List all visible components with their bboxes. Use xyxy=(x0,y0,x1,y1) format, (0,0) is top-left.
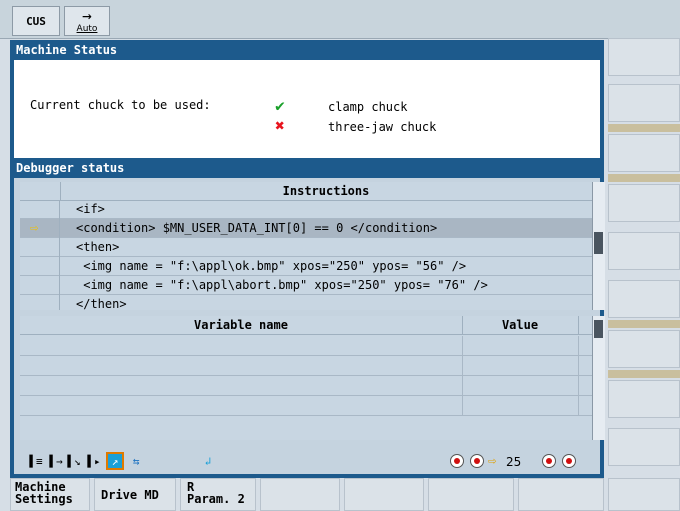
softkey-separator xyxy=(608,370,680,378)
vertical-softkey-5[interactable] xyxy=(608,232,680,270)
softkey-label: Param. 2 xyxy=(187,492,245,506)
top-bar: CUS → Auto xyxy=(0,0,680,39)
current-line-arrow-icon: ⇨ xyxy=(30,220,39,236)
empty-softkey[interactable] xyxy=(518,478,604,511)
debugger-toolbar: ▌≡ ▌→ ▌↘ ▌▸ ↗ ⇆ ↲ ⇨ 25 xyxy=(10,444,604,478)
scrollbar-thumb[interactable] xyxy=(594,232,603,254)
mode-label: CUS xyxy=(26,14,46,28)
instructions-scrollbar[interactable] xyxy=(592,182,605,310)
horizontal-softkeys: Machine Settings Drive MD R Param. 2 xyxy=(0,478,680,511)
vertical-softkey-9[interactable] xyxy=(608,428,680,466)
instruction-text: <then> xyxy=(76,240,120,254)
empty-softkey[interactable] xyxy=(608,478,680,511)
softkey-label: Settings xyxy=(15,492,73,506)
swap-icon[interactable]: ⇆ xyxy=(128,454,144,470)
empty-softkey[interactable] xyxy=(260,478,340,511)
vertical-softkeys xyxy=(608,38,680,478)
vertical-softkey-1[interactable] xyxy=(608,38,680,76)
scrollbar-thumb[interactable] xyxy=(594,320,603,338)
instruction-row-current[interactable]: ⇨ <condition> $MN_USER_DATA_INT[0] == 0 … xyxy=(20,219,592,238)
row-gutter xyxy=(20,238,60,257)
softkey-separator xyxy=(608,320,680,328)
instruction-text: </then> xyxy=(76,297,127,310)
instruction-row[interactable]: </then> xyxy=(20,295,592,310)
chuck-option-label: three-jaw chuck xyxy=(328,120,437,134)
chuck-label: Current chuck to be used: xyxy=(30,98,211,112)
chuck-option-label: clamp chuck xyxy=(328,100,408,114)
row-gutter: ⇨ xyxy=(20,219,60,238)
row-gutter xyxy=(20,295,60,310)
machine-settings-softkey[interactable]: Machine Settings xyxy=(10,478,90,511)
gutter-header xyxy=(20,182,61,200)
softkey-separator xyxy=(608,174,680,182)
checkmark-icon: ✔ xyxy=(275,96,285,115)
instructions-header: Instructions xyxy=(20,182,592,201)
variable-name-header: Variable name xyxy=(20,316,463,334)
step-arrow-icon: ⇨ xyxy=(488,453,497,469)
instructions-table: Instructions <if> ⇨ <condition> $MN_USER… xyxy=(20,182,592,310)
run-to-cursor-icon[interactable]: ▌▸ xyxy=(86,454,102,470)
row-gutter xyxy=(20,276,60,295)
instruction-text: <condition> $MN_USER_DATA_INT[0] == 0 </… xyxy=(76,221,438,235)
variable-row[interactable] xyxy=(20,396,592,416)
right-arrow-icon: → xyxy=(82,6,92,25)
breakpoint-icon[interactable] xyxy=(450,454,464,468)
drive-md-softkey[interactable]: Drive MD xyxy=(94,478,176,511)
vertical-softkey-2[interactable] xyxy=(608,84,680,122)
vertical-softkey-6[interactable] xyxy=(608,280,680,318)
cross-icon: ✖ xyxy=(275,116,285,135)
instruction-text: <img name = "f:\appl\abort.bmp" xpos="25… xyxy=(76,278,488,292)
variable-row[interactable] xyxy=(20,356,592,376)
debugger-status-title: Debugger status xyxy=(10,158,604,178)
row-gutter xyxy=(20,257,60,276)
softkey-separator xyxy=(608,124,680,132)
machine-status-panel: Current chuck to be used: ✔ clamp chuck … xyxy=(10,60,604,158)
variables-table: Variable name Value xyxy=(20,316,592,440)
debugger-panel: Instructions <if> ⇨ <condition> $MN_USER… xyxy=(10,178,605,444)
variables-header: Variable name Value xyxy=(20,316,592,335)
value-header: Value xyxy=(462,316,579,334)
auto-mode-indicator: → Auto xyxy=(64,6,110,36)
row-gutter xyxy=(20,200,60,219)
instruction-text: <if> xyxy=(76,202,105,216)
mode-indicator: CUS xyxy=(12,6,60,36)
vertical-softkey-4[interactable] xyxy=(608,184,680,222)
breakpoint-icon[interactable] xyxy=(542,454,556,468)
r-param-softkey[interactable]: R Param. 2 xyxy=(180,478,256,511)
variable-row[interactable] xyxy=(20,376,592,396)
softkey-label: Drive MD xyxy=(101,488,159,502)
instructions-header-label: Instructions xyxy=(282,184,370,198)
auto-label: Auto xyxy=(76,24,98,34)
empty-softkey[interactable] xyxy=(428,478,514,511)
instruction-row[interactable]: <img name = "f:\appl\abort.bmp" xpos="25… xyxy=(20,276,592,295)
vertical-softkey-7[interactable] xyxy=(608,330,680,368)
instruction-text: <img name = "f:\appl\ok.bmp" xpos="250" … xyxy=(76,259,467,273)
watch-icon[interactable]: ↗ xyxy=(106,452,124,470)
breakpoint-icon[interactable] xyxy=(562,454,576,468)
instruction-row[interactable]: <if> xyxy=(20,200,592,219)
breakpoint-icon[interactable] xyxy=(470,454,484,468)
step-count: 25 xyxy=(506,455,522,469)
step-over-icon[interactable]: ▌→ xyxy=(48,454,64,470)
machine-status-title: Machine Status xyxy=(10,40,604,60)
vertical-softkey-3[interactable] xyxy=(608,134,680,172)
vertical-softkey-8[interactable] xyxy=(608,380,680,418)
step-out-icon[interactable]: ▌↘ xyxy=(66,454,82,470)
exit-icon[interactable]: ↲ xyxy=(200,454,216,470)
variable-row[interactable] xyxy=(20,336,592,356)
variables-scrollbar[interactable] xyxy=(592,316,605,440)
instruction-row[interactable]: <then> xyxy=(20,238,592,257)
empty-softkey[interactable] xyxy=(344,478,424,511)
step-into-icon[interactable]: ▌≡ xyxy=(28,454,44,470)
instruction-row[interactable]: <img name = "f:\appl\ok.bmp" xpos="250" … xyxy=(20,257,592,276)
